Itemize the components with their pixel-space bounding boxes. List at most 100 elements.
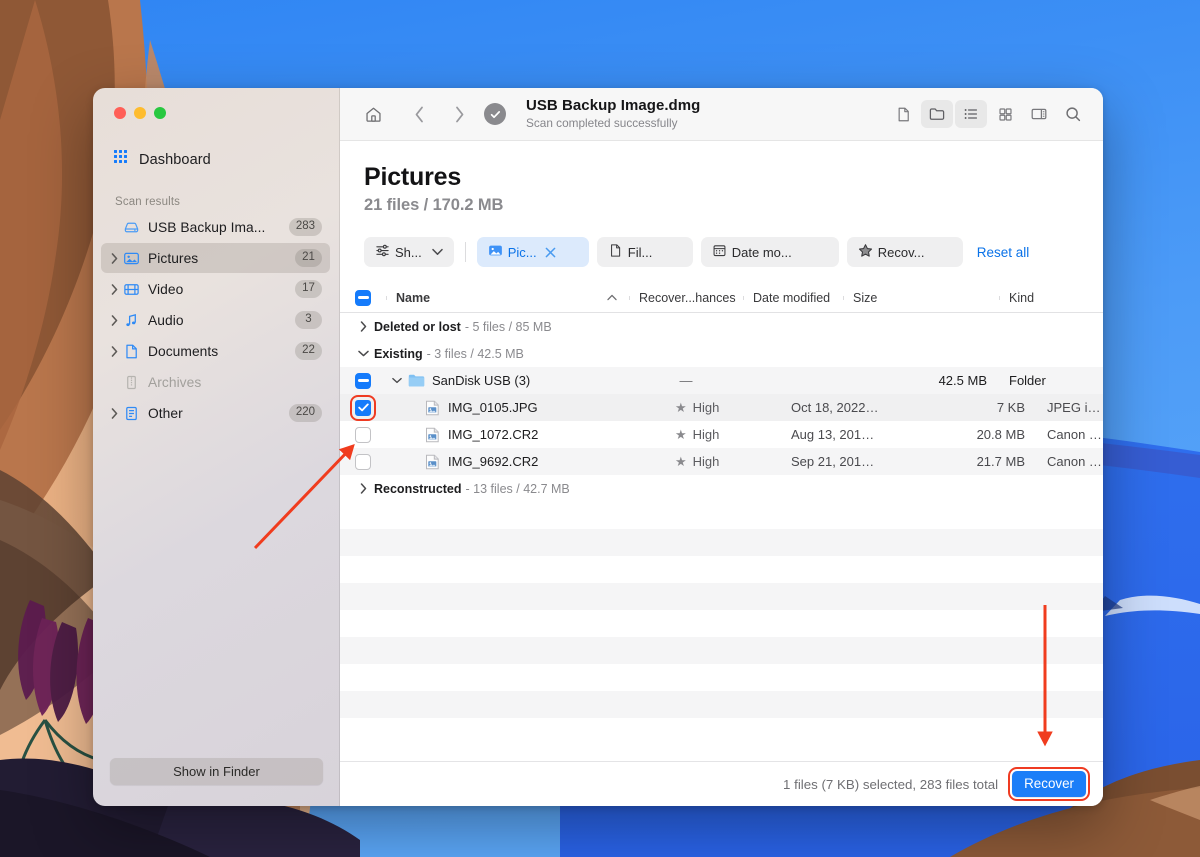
reset-all-button[interactable]: Reset all (977, 245, 1030, 260)
back-button[interactable] (406, 99, 432, 129)
star-icon (858, 243, 873, 261)
chevron-right-icon[interactable] (352, 321, 374, 332)
row-checkbox[interactable] (340, 453, 386, 470)
row-checkbox-folder[interactable] (340, 372, 386, 389)
sidebar-item-dashboard-label: Dashboard (139, 152, 211, 168)
sidebar-item-other[interactable]: Other 220 (101, 398, 330, 428)
music-note-icon (121, 312, 141, 329)
column-header-name-label: Name (396, 290, 431, 305)
sidebar-item-label: Audio (148, 312, 184, 328)
filter-chip-pictures[interactable]: Pic... (476, 237, 589, 267)
sidebar-section-title: Scan results (115, 196, 181, 208)
table-row[interactable]: IMG_0105.JPG ★ High Oct 18, 2022 a... 7 … (340, 394, 1103, 421)
empty-row (340, 556, 1103, 583)
filter-chip-label: Fil... (627, 244, 653, 260)
group-row-existing[interactable]: Existing - 3 files / 42.5 MB (340, 340, 1103, 367)
file-name: IMG_1072.CR2 (448, 427, 539, 442)
list-view-icon[interactable] (955, 100, 987, 128)
grid-apps-icon (114, 150, 129, 170)
row-checkbox[interactable] (340, 394, 386, 421)
file-view-icon[interactable] (887, 100, 919, 128)
page-header: Pictures 21 files / 170.2 MB (340, 141, 1103, 215)
close-button[interactable] (114, 107, 126, 119)
row-name-cell: IMG_0105.JPG (386, 400, 667, 416)
chevron-down-icon[interactable] (386, 377, 408, 384)
table-row[interactable]: IMG_9692.CR2 ★ High Sep 21, 2018 a... 21… (340, 448, 1103, 475)
checkbox-checked-highlighted[interactable] (350, 394, 376, 421)
sidebar-item-archives[interactable]: Archives (101, 367, 330, 397)
toolbar-title-group: USB Backup Image.dmg Scan completed succ… (526, 97, 700, 131)
window-title: USB Backup Image.dmg (526, 96, 701, 114)
column-header-size[interactable]: Size (843, 291, 999, 305)
folder-view-icon[interactable] (921, 100, 953, 128)
checkbox-unchecked[interactable] (355, 426, 371, 443)
folder-name-cell: SanDisk USB (3) (386, 373, 629, 388)
preview-panel-icon[interactable] (1023, 100, 1055, 128)
star-icon: ★ (675, 400, 687, 415)
home-icon[interactable] (358, 99, 388, 129)
column-header-name[interactable]: Name (386, 291, 629, 305)
filter-divider (464, 242, 466, 262)
sidebar-item-dashboard[interactable]: Dashboard (114, 150, 340, 170)
group-row-deleted-or-lost[interactable]: Deleted or lost - 5 files / 85 MB (340, 313, 1103, 340)
table-row-folder[interactable]: SanDisk USB (3) — 42.5 MB Folder (340, 367, 1103, 394)
show-in-finder-button[interactable]: Show in Finder (110, 758, 323, 785)
group-row-reconstructed[interactable]: Reconstructed - 13 files / 42.7 MB (340, 475, 1103, 502)
zoom-button[interactable] (154, 107, 166, 119)
show-filter-dropdown[interactable]: Sh... (364, 237, 454, 267)
sidebar-footer: Show in Finder (93, 758, 340, 806)
chevron-right-icon[interactable] (352, 483, 374, 494)
row-checkbox[interactable] (340, 426, 386, 443)
checkbox-mixed[interactable] (355, 289, 371, 306)
folder-name: SanDisk USB (3) (432, 373, 531, 388)
minimize-button[interactable] (134, 107, 146, 119)
row-name-cell: IMG_1072.CR2 (386, 427, 667, 443)
chevron-right-icon[interactable] (107, 252, 121, 264)
column-header-date-modified[interactable]: Date modified (743, 291, 843, 305)
search-icon[interactable] (1057, 100, 1089, 128)
row-recovery-cell: ★ High (667, 454, 781, 469)
column-header-kind[interactable]: Kind (999, 291, 1103, 305)
table-header: Name Recover...hances Date modified Size… (340, 283, 1103, 313)
sidebar-item-audio[interactable]: Audio 3 (101, 305, 330, 335)
sidebar-item-label: Other (148, 405, 183, 421)
sliders-icon (375, 243, 390, 261)
empty-row (340, 718, 1103, 745)
sidebar-item-pictures[interactable]: Pictures 21 (101, 243, 330, 273)
file-list[interactable]: Deleted or lost - 5 files / 85 MB Existi… (340, 313, 1103, 761)
chevron-right-icon[interactable] (107, 345, 121, 357)
sidebar-item-documents[interactable]: Documents 22 (101, 336, 330, 366)
empty-row (340, 664, 1103, 691)
chevron-down-icon (432, 248, 443, 256)
sidebar-item-video[interactable]: Video 17 (101, 274, 330, 304)
row-recovery-cell: ★ High (667, 400, 781, 415)
filter-chip-file-type[interactable]: Fil... (596, 237, 693, 267)
close-icon[interactable] (544, 246, 557, 259)
app-window: Dashboard Scan results USB Backup Ima...… (93, 88, 1103, 806)
chevron-right-icon[interactable] (107, 314, 121, 326)
checkmark-circle-icon[interactable] (484, 103, 506, 125)
sidebar-item-usb-backup-image[interactable]: USB Backup Ima... 283 (101, 212, 330, 242)
row-kind-cell: Canon CR2 ra... (1047, 427, 1103, 442)
grid-view-icon[interactable] (989, 100, 1021, 128)
recovery-value: High (692, 400, 720, 415)
row-kind-cell: JPEG image (1047, 400, 1103, 415)
chevron-right-icon[interactable] (107, 283, 121, 295)
table-row[interactable]: IMG_1072.CR2 ★ High Aug 13, 2017 a... 20… (340, 421, 1103, 448)
checkbox-mixed[interactable] (355, 372, 371, 389)
archive-icon (121, 374, 141, 391)
sidebar-item-badge: 22 (295, 342, 322, 360)
filter-bar: Sh... Pic... Fil... Date mo... Recov... … (340, 215, 1103, 267)
column-header-recovery-chances[interactable]: Recover...hances (629, 291, 743, 305)
row-size-cell: 7 KB (996, 400, 1025, 415)
chevron-right-icon[interactable] (107, 407, 121, 419)
checkbox-unchecked[interactable] (355, 453, 371, 470)
filter-chip-date-modified[interactable]: Date mo... (700, 237, 839, 267)
filter-chip-recovery-chances[interactable]: Recov... (846, 237, 963, 267)
row-date-cell: Oct 18, 2022 a... (791, 400, 881, 415)
forward-button[interactable] (446, 99, 472, 129)
chevron-down-icon[interactable] (352, 350, 374, 357)
select-all-checkbox[interactable] (340, 289, 386, 306)
group-name: Reconstructed (374, 481, 462, 496)
recover-button[interactable]: Recover (1008, 767, 1090, 801)
